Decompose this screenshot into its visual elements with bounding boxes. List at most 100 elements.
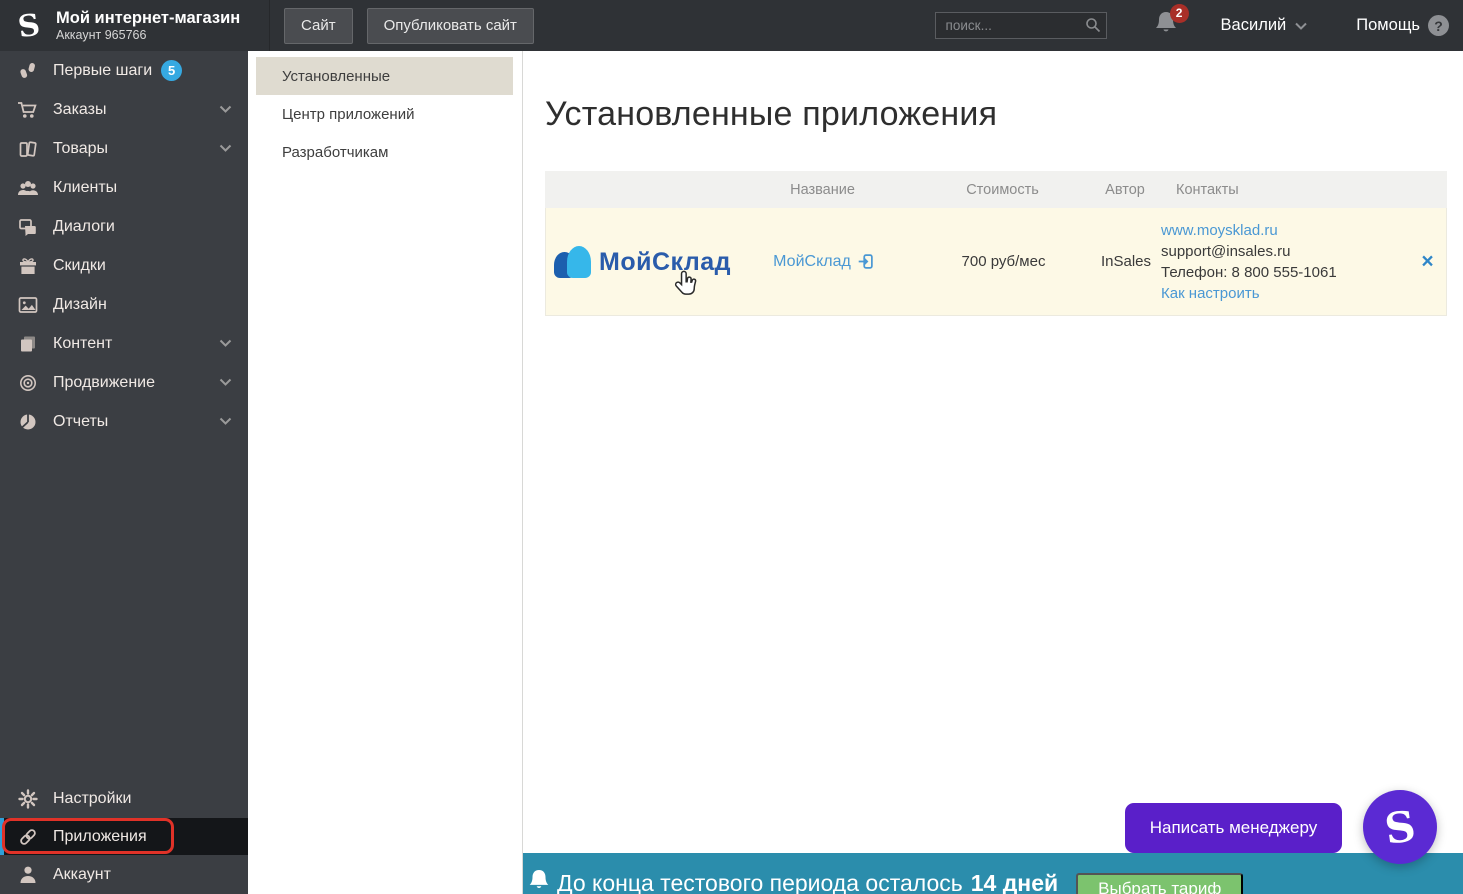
image-icon (16, 296, 40, 314)
sidebar-item-dialogs[interactable]: Диалоги (0, 207, 248, 246)
app-author: InSales (1101, 253, 1151, 270)
notifications-bell[interactable]: 2 (1153, 9, 1183, 43)
chevron-down-icon (219, 144, 232, 153)
search-icon[interactable] (1085, 17, 1101, 33)
app-price: 700 руб/мес (962, 253, 1046, 270)
trial-text: До конца тестового периода осталось (557, 870, 963, 894)
main-content: Установленные приложения Название Стоимо… (523, 51, 1463, 894)
question-mark-icon: ? (1428, 15, 1449, 36)
page-title: Установленные приложения (545, 95, 997, 134)
submenu-item-developers[interactable]: Разработчикам (256, 133, 513, 171)
user-name: Василий (1221, 16, 1287, 35)
people-icon (16, 179, 40, 197)
pages-icon (16, 334, 40, 354)
first-steps-count-badge: 5 (161, 60, 182, 81)
trial-banner: До конца тестового периода осталось 14 дн… (523, 853, 1463, 894)
cursor-hand-icon (672, 270, 698, 300)
installed-apps-table: Название Стоимость Автор Контакты МойСкл… (545, 171, 1447, 316)
app-name-link[interactable]: МойСклад (773, 253, 874, 271)
help-menu[interactable]: Помощь ? (1356, 15, 1449, 36)
search-box (935, 12, 1107, 39)
chat-icon (16, 218, 40, 236)
external-link-icon (857, 253, 874, 270)
contact-site-link[interactable]: www.moysklad.ru (1161, 220, 1409, 241)
apps-submenu: Установленные Центр приложений Разработч… (248, 51, 523, 894)
help-label: Помощь (1356, 16, 1420, 35)
contact-phone: Телефон: 8 800 555-1061 (1161, 262, 1409, 283)
table-row: МойСклад МойСклад 700 руб/мес InSales w (545, 208, 1447, 316)
sidebar-item-design[interactable]: Дизайн (0, 285, 248, 324)
chevron-down-icon (219, 105, 232, 114)
user-menu[interactable]: Василий (1221, 16, 1309, 35)
sidebar-item-label: Дизайн (53, 296, 107, 314)
column-header-author: Автор (1090, 182, 1160, 198)
contact-email: support@insales.ru (1161, 241, 1409, 262)
pie-chart-icon (16, 412, 40, 432)
sidebar-item-label: Настройки (53, 790, 131, 808)
brand[interactable]: S Мой интернет-магазин Аккаунт 965766 (0, 0, 270, 51)
sidebar-item-account[interactable]: Аккаунт (0, 855, 248, 894)
account-number: Аккаунт 965766 (56, 28, 240, 42)
chat-widget-button[interactable]: S (1363, 790, 1437, 864)
search-input[interactable] (935, 12, 1107, 39)
sidebar-item-orders[interactable]: Заказы (0, 90, 248, 129)
trial-days-remaining: 14 дней (971, 870, 1058, 894)
person-icon (16, 865, 40, 884)
remove-app-button[interactable]: × (1421, 250, 1433, 273)
sidebar-item-content[interactable]: Контент (0, 324, 248, 363)
sidebar-item-label: Диалоги (53, 218, 115, 236)
app-window: S Мой интернет-магазин Аккаунт 965766 Са… (0, 0, 1463, 894)
choose-tariff-button[interactable]: Выбрать тариф (1076, 873, 1243, 894)
footsteps-icon (16, 61, 40, 81)
app-name-text: МойСклад (773, 253, 851, 271)
sidebar-item-discounts[interactable]: Скидки (0, 246, 248, 285)
sidebar-item-label: Продвижение (53, 374, 155, 392)
chevron-down-icon (219, 339, 232, 348)
configure-link[interactable]: Как настроить (1161, 283, 1409, 304)
sidebar-item-label: Контент (53, 335, 112, 353)
gear-icon (16, 789, 40, 809)
active-indicator (0, 818, 4, 855)
sidebar-item-apps[interactable]: Приложения (0, 818, 248, 855)
submenu-item-installed[interactable]: Установленные (256, 57, 513, 95)
sidebar-item-first-steps[interactable]: Первые шаги 5 (0, 51, 248, 90)
sidebar-item-label: Скидки (53, 257, 106, 275)
target-icon (16, 373, 40, 393)
sidebar-item-clients[interactable]: Клиенты (0, 168, 248, 207)
books-icon (16, 139, 40, 159)
column-header-price: Стоимость (915, 182, 1090, 198)
table-header-row: Название Стоимость Автор Контакты (545, 171, 1447, 208)
sidebar-item-reports[interactable]: Отчеты (0, 402, 248, 441)
sidebar-item-label: Аккаунт (53, 866, 111, 884)
sidebar-item-label: Первые шаги (53, 62, 152, 80)
trial-countdown-text: До конца тестового периода осталось 14 дн… (557, 870, 1058, 894)
sidebar-item-label: Приложения (53, 828, 147, 846)
site-button[interactable]: Сайт (284, 8, 353, 44)
write-manager-button[interactable]: Написать менеджеру (1125, 803, 1342, 853)
column-header-name: Название (730, 182, 915, 198)
sidebar-item-label: Клиенты (53, 179, 117, 197)
moysklad-logo-shape-light (567, 246, 591, 278)
submenu-item-app-center[interactable]: Центр приложений (256, 95, 513, 133)
sidebar-item-promotion[interactable]: Продвижение (0, 363, 248, 402)
moysklad-logo[interactable]: МойСклад (554, 246, 731, 278)
insales-logo-icon: S (8, 4, 51, 47)
publish-site-button[interactable]: Опубликовать сайт (367, 8, 534, 44)
gift-icon (16, 256, 40, 276)
store-title: Мой интернет-магазин (56, 9, 240, 28)
chevron-down-icon (219, 378, 232, 387)
chevron-down-icon (1294, 21, 1308, 31)
sidebar: Первые шаги 5 Заказы Товары Клиенты (0, 51, 248, 894)
cart-icon (16, 100, 40, 120)
app-contacts: www.moysklad.ru support@insales.ru Телеф… (1161, 210, 1409, 314)
topbar: S Мой интернет-магазин Аккаунт 965766 Са… (0, 0, 1463, 51)
insales-logo-icon: S (1382, 801, 1419, 854)
sidebar-item-label: Товары (53, 140, 108, 158)
sidebar-item-label: Отчеты (53, 413, 108, 431)
bell-icon (527, 867, 551, 893)
sidebar-item-settings[interactable]: Настройки (0, 779, 248, 818)
chevron-down-icon (219, 417, 232, 426)
sidebar-item-products[interactable]: Товары (0, 129, 248, 168)
notification-count-badge: 2 (1170, 4, 1189, 23)
sidebar-item-label: Заказы (53, 101, 106, 119)
